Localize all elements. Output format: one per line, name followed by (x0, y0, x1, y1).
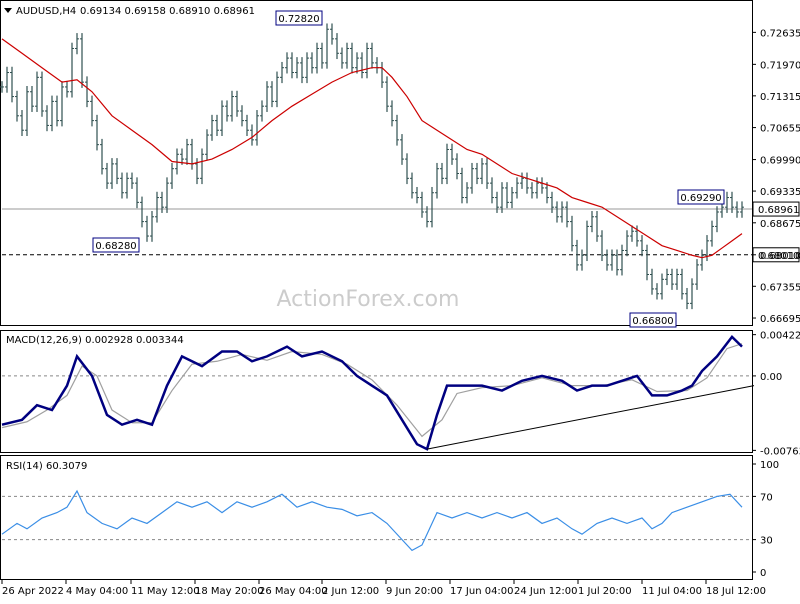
price-y-tick-label: 0.66695 (760, 314, 800, 325)
price-y-tick-label: 0.71970 (760, 60, 800, 71)
rsi-y-tick-label: 0 (760, 568, 766, 579)
price-panel-title: AUDUSD,H4 (16, 6, 76, 17)
watermark-text: ActionForex.com (277, 287, 460, 312)
macd-line (1, 335, 743, 451)
price-callout-text: 0.69290 (680, 193, 721, 204)
rsi-layer (1, 489, 752, 552)
x-tick-label: 26 Apr 2022 (2, 586, 64, 597)
rsi-y-tick-label: 70 (760, 492, 773, 503)
price-callout-text: 0.66800 (632, 316, 673, 327)
price-callout-text: 0.68280 (95, 241, 136, 252)
x-tick-label: 24 Jun 12:00 (514, 586, 578, 597)
x-tick-label: 2 Jun 12:00 (322, 586, 379, 597)
macd-trendline (426, 385, 755, 450)
x-tick-label: 1 Jul 20:00 (578, 586, 632, 597)
x-tick-label: 26 May 04:00 (259, 586, 328, 597)
x-tick-label: 18 Jul 12:00 (706, 586, 766, 597)
price-y-tick-label: 0.69990 (760, 156, 800, 167)
rsi-y-tick-label: 100 (760, 460, 779, 471)
rsi-panel-frame (0, 455, 753, 580)
price-y-tick-label: 0.70655 (760, 124, 800, 135)
x-tick-label: 11 May 12:00 (131, 586, 200, 597)
x-tick-label: 17 Jun 04:00 (450, 586, 514, 597)
price-y-tick-label: 0.68675 (760, 219, 800, 230)
price-y-tick-label: 0.69335 (760, 187, 800, 198)
price-y-tick-label: 0.72635 (760, 28, 800, 39)
macd-y-tick-label: 0.004229 (760, 331, 800, 342)
x-tick-label: 11 Jul 04:00 (642, 586, 702, 597)
axis-layer: 0.68961 0.68010 0.72635 0.71970 0.71315 0.706… (1, 28, 800, 597)
chart-canvas: AUDUSD,H4 0.69134 0.69158 0.68910 0.6896… (0, 0, 800, 597)
macd-panel-title: MACD(12,26,9) 0.002928 0.003344 (6, 335, 184, 346)
price-layer: 0.72820 0.68280 0.69290 0.66800 (0, 10, 752, 328)
macd-signal-line (1, 343, 743, 438)
x-tick-label: 4 May 04:00 (66, 586, 128, 597)
moving-average-line (1, 38, 743, 259)
macd-y-tick-label: 0.00 (760, 372, 782, 383)
rsi-panel-title: RSI(14) 60.3079 (6, 461, 87, 472)
price-level-tag-text: 0.68961 (758, 205, 799, 216)
forex-chart-window: AUDUSD,H4 0.69134 0.69158 0.68910 0.6896… (0, 0, 800, 600)
macd-layer (1, 335, 755, 451)
chart-menu-arrow-icon[interactable] (4, 8, 12, 13)
price-y-tick-label: 0.67355 (760, 282, 800, 293)
rsi-y-tick-label: 30 (760, 536, 773, 547)
price-y-tick-label: 0.68010 (760, 251, 800, 262)
ohlc-readout: 0.69134 0.69158 0.68910 0.68961 (80, 6, 255, 17)
price-callout-text: 0.72820 (278, 14, 319, 25)
macd-panel-frame (0, 330, 753, 453)
price-panel-frame (0, 0, 753, 326)
x-tick-label: 9 Jun 20:00 (386, 586, 443, 597)
price-y-tick-label: 0.71315 (760, 92, 800, 103)
rsi-line (1, 489, 743, 552)
x-tick-label: 18 May 20:00 (195, 586, 264, 597)
macd-y-tick-label: -0.007633 (760, 446, 800, 457)
